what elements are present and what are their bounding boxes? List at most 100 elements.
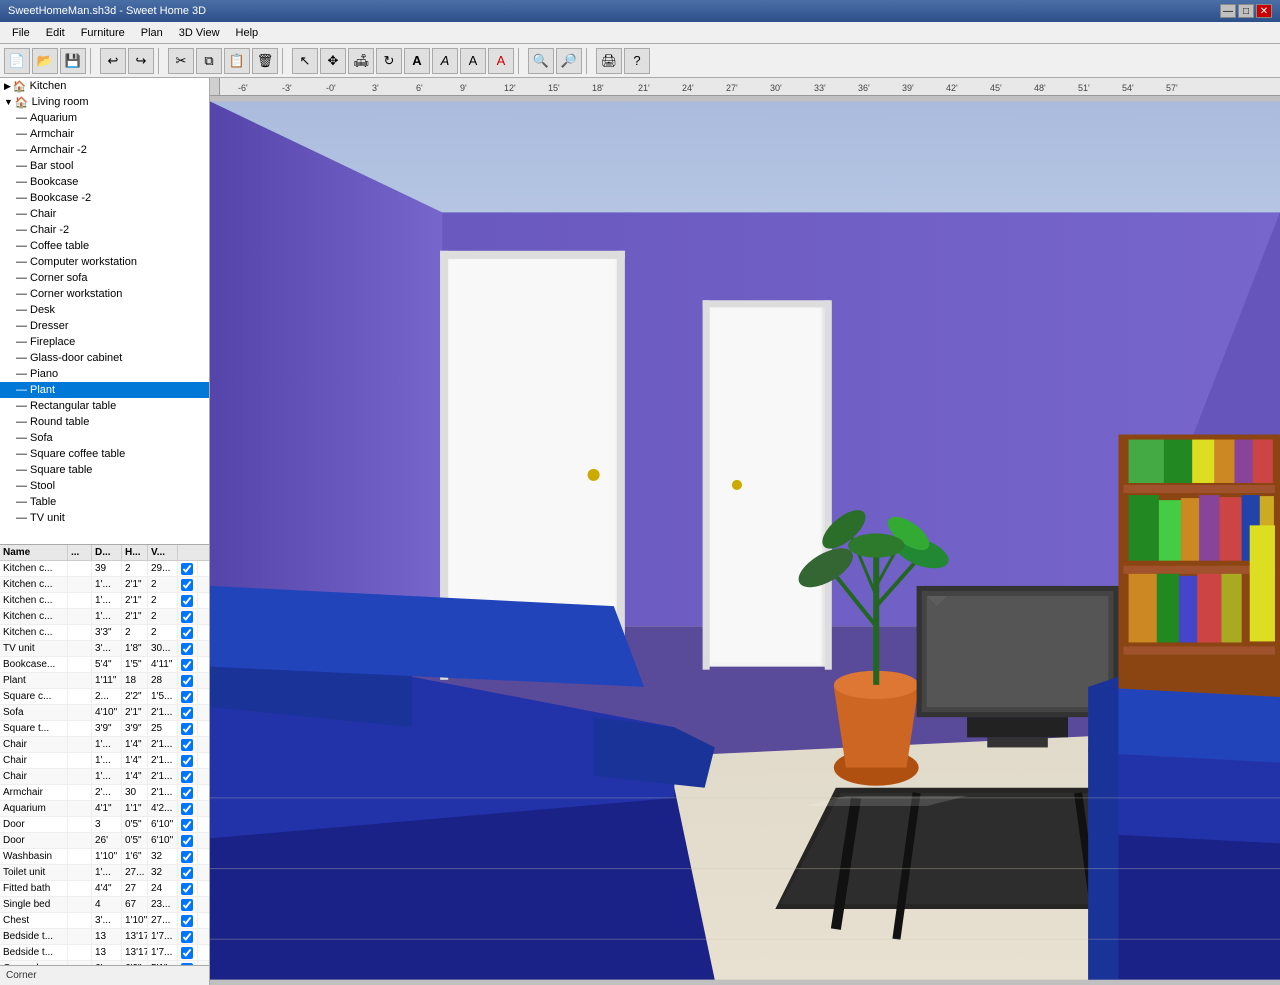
tree-item-fireplace[interactable]: — Fireplace <box>0 334 209 350</box>
prop-visible-checkbox[interactable] <box>178 609 198 625</box>
prop-visible-checkbox[interactable] <box>178 625 198 641</box>
prop-row[interactable]: Kitchen c... 1'... 2'1" 2 <box>0 609 209 625</box>
prop-visible-checkbox[interactable] <box>178 833 198 849</box>
prop-visible-checkbox[interactable] <box>178 849 198 865</box>
3d-view[interactable] <box>210 96 1280 985</box>
prop-visible-checkbox[interactable] <box>178 689 198 705</box>
visibility-checkbox[interactable] <box>181 595 193 607</box>
prop-visible-checkbox[interactable] <box>178 561 198 577</box>
prop-row[interactable]: Kitchen c... 39 2 29... <box>0 561 209 577</box>
visibility-checkbox[interactable] <box>181 771 193 783</box>
prop-row[interactable]: Fitted bath 4'4" 27 24 <box>0 881 209 897</box>
menu-file[interactable]: File <box>4 23 38 43</box>
prop-visible-checkbox[interactable] <box>178 721 198 737</box>
minimize-button[interactable]: — <box>1220 4 1236 18</box>
tree-item-rect-table[interactable]: — Rectangular table <box>0 398 209 414</box>
prop-visible-checkbox[interactable] <box>178 593 198 609</box>
visibility-checkbox[interactable] <box>181 755 193 767</box>
tree-item-coffee-table[interactable]: — Coffee table <box>0 238 209 254</box>
tree-item-piano[interactable]: — Piano <box>0 366 209 382</box>
text-size-button[interactable]: A <box>460 48 486 74</box>
close-button[interactable]: ✕ <box>1256 4 1272 18</box>
text-color-button[interactable]: A <box>488 48 514 74</box>
select-button[interactable]: ↖ <box>292 48 318 74</box>
prop-visible-checkbox[interactable] <box>178 865 198 881</box>
redo-button[interactable]: ↪ <box>128 48 154 74</box>
prop-row[interactable]: Bedside t... 13 13'17" 1'7... <box>0 945 209 961</box>
text-style-button[interactable]: A <box>432 48 458 74</box>
tree-group-kitchen[interactable]: ▶ 🏠 Kitchen <box>0 78 209 94</box>
prop-row[interactable]: Chair 1'... 1'4" 2'1... <box>0 737 209 753</box>
prop-row[interactable]: Chair 1'... 1'4" 2'1... <box>0 769 209 785</box>
visibility-checkbox[interactable] <box>181 691 193 703</box>
prop-visible-checkbox[interactable] <box>178 881 198 897</box>
prop-row[interactable]: TV unit 3'... 1'8" 30... <box>0 641 209 657</box>
prop-row[interactable]: Washbasin 1'10" 1'6" 32 <box>0 849 209 865</box>
tree-item-armchair[interactable]: — Armchair <box>0 126 209 142</box>
visibility-checkbox[interactable] <box>181 899 193 911</box>
prop-visible-checkbox[interactable] <box>178 945 198 961</box>
prop-row[interactable]: Square t... 3'9" 3'9" 25 <box>0 721 209 737</box>
prop-row[interactable]: Armchair 2'... 30 2'1... <box>0 785 209 801</box>
prop-row[interactable]: Sofa 4'10" 2'1" 2'1... <box>0 705 209 721</box>
paste-button[interactable]: 📋 <box>224 48 250 74</box>
tree-item-computer-workstation[interactable]: — Computer workstation <box>0 254 209 270</box>
prop-visible-checkbox[interactable] <box>178 673 198 689</box>
tree-item-chair[interactable]: — Chair <box>0 206 209 222</box>
furniture-tree[interactable]: ▶ 🏠 Kitchen ▼ 🏠 Living room — Aquarium —… <box>0 78 209 545</box>
help-button[interactable]: ? <box>624 48 650 74</box>
tree-group-living-room[interactable]: ▼ 🏠 Living room <box>0 94 209 110</box>
tree-item-bookcase2[interactable]: — Bookcase -2 <box>0 190 209 206</box>
prop-row[interactable]: Single bed 4 67 23... <box>0 897 209 913</box>
prop-row[interactable]: Door 3 0'5" 6'10" <box>0 817 209 833</box>
open-button[interactable]: 📂 <box>32 48 58 74</box>
menu-edit[interactable]: Edit <box>38 23 73 43</box>
visibility-checkbox[interactable] <box>181 579 193 591</box>
tree-item-plant[interactable]: — Plant <box>0 382 209 398</box>
prop-visible-checkbox[interactable] <box>178 737 198 753</box>
prop-row[interactable]: Bedside t... 13 13'17" 1'7... <box>0 929 209 945</box>
visibility-checkbox[interactable] <box>181 707 193 719</box>
tree-item-sq-table[interactable]: — Square table <box>0 462 209 478</box>
save-button[interactable]: 💾 <box>60 48 86 74</box>
visibility-checkbox[interactable] <box>181 835 193 847</box>
properties-table[interactable]: Name ... D... H... V... Kitchen c... 39 … <box>0 545 209 965</box>
tree-item-bookcase[interactable]: — Bookcase <box>0 174 209 190</box>
tree-item-table[interactable]: — Table <box>0 494 209 510</box>
tree-item-desk[interactable]: — Desk <box>0 302 209 318</box>
prop-row[interactable]: Aquarium 4'1" 1'1" 4'2... <box>0 801 209 817</box>
tree-item-armchair2[interactable]: — Armchair -2 <box>0 142 209 158</box>
zoom-in-button[interactable]: 🔍 <box>528 48 554 74</box>
tree-item-chair2[interactable]: — Chair -2 <box>0 222 209 238</box>
tree-item-stool[interactable]: — Stool <box>0 478 209 494</box>
prop-visible-checkbox[interactable] <box>178 785 198 801</box>
prop-visible-checkbox[interactable] <box>178 657 198 673</box>
visibility-checkbox[interactable] <box>181 867 193 879</box>
menu-furniture[interactable]: Furniture <box>73 23 133 43</box>
pan-button[interactable]: ✥ <box>320 48 346 74</box>
tree-item-sq-coffee-table[interactable]: — Square coffee table <box>0 446 209 462</box>
maximize-button[interactable]: □ <box>1238 4 1254 18</box>
prop-row[interactable]: Kitchen c... 1'... 2'1" 2 <box>0 577 209 593</box>
visibility-checkbox[interactable] <box>181 803 193 815</box>
tree-item-tvunit[interactable]: — TV unit <box>0 510 209 526</box>
cut-button[interactable]: ✂ <box>168 48 194 74</box>
visibility-checkbox[interactable] <box>181 819 193 831</box>
tree-item-round-table[interactable]: — Round table <box>0 414 209 430</box>
rotate-button[interactable]: ↻ <box>376 48 402 74</box>
visibility-checkbox[interactable] <box>181 675 193 687</box>
visibility-checkbox[interactable] <box>181 563 193 575</box>
visibility-checkbox[interactable] <box>181 931 193 943</box>
tree-item-corner-workstation[interactable]: — Corner workstation <box>0 286 209 302</box>
prop-row[interactable]: Plant 1'11" 18 28 <box>0 673 209 689</box>
zoom-out-button[interactable]: 🔎 <box>556 48 582 74</box>
visibility-checkbox[interactable] <box>181 739 193 751</box>
prop-row[interactable]: Door 26' 0'5" 6'10" <box>0 833 209 849</box>
print-button[interactable]: 🖨 <box>596 48 622 74</box>
visibility-checkbox[interactable] <box>181 627 193 639</box>
prop-visible-checkbox[interactable] <box>178 577 198 593</box>
prop-visible-checkbox[interactable] <box>178 929 198 945</box>
tree-item-dresser[interactable]: — Dresser <box>0 318 209 334</box>
prop-row[interactable]: Toilet unit 1'... 27... 32 <box>0 865 209 881</box>
copy-button[interactable]: ⧉ <box>196 48 222 74</box>
